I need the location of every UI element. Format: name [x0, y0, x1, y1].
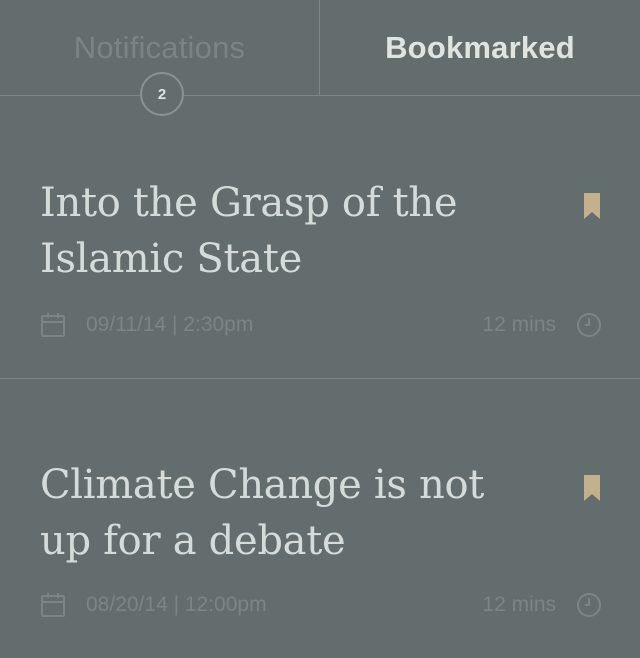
calendar-icon	[41, 313, 65, 337]
article-item[interactable]: Climate Change is not up for a debate 08…	[0, 379, 640, 658]
tab-bookmarked[interactable]: Bookmarked	[320, 0, 640, 95]
article-read-time: 12 mins	[482, 313, 556, 336]
tab-bookmarked-label: Bookmarked	[385, 30, 575, 65]
article-read-time: 12 mins	[482, 593, 556, 616]
article-item[interactable]: Into the Grasp of the Islamic State 09/1…	[0, 97, 640, 379]
article-datetime: 08/20/14 | 12:00pm	[86, 593, 267, 616]
article-meta: 09/11/14 | 2:30pm 12 mins	[40, 310, 602, 340]
bookmark-icon[interactable]	[584, 193, 600, 219]
bookmark-icon[interactable]	[584, 475, 600, 501]
tab-bar: Notifications Bookmarked 2	[0, 0, 640, 116]
clock-icon	[577, 313, 601, 337]
article-meta: 08/20/14 | 12:00pm 12 mins	[40, 590, 602, 620]
article-title[interactable]: Climate Change is not up for a debate	[40, 457, 540, 569]
clock-icon	[577, 593, 601, 617]
article-title[interactable]: Into the Grasp of the Islamic State	[40, 175, 540, 287]
article-datetime: 09/11/14 | 2:30pm	[86, 313, 254, 336]
calendar-icon	[41, 593, 65, 617]
